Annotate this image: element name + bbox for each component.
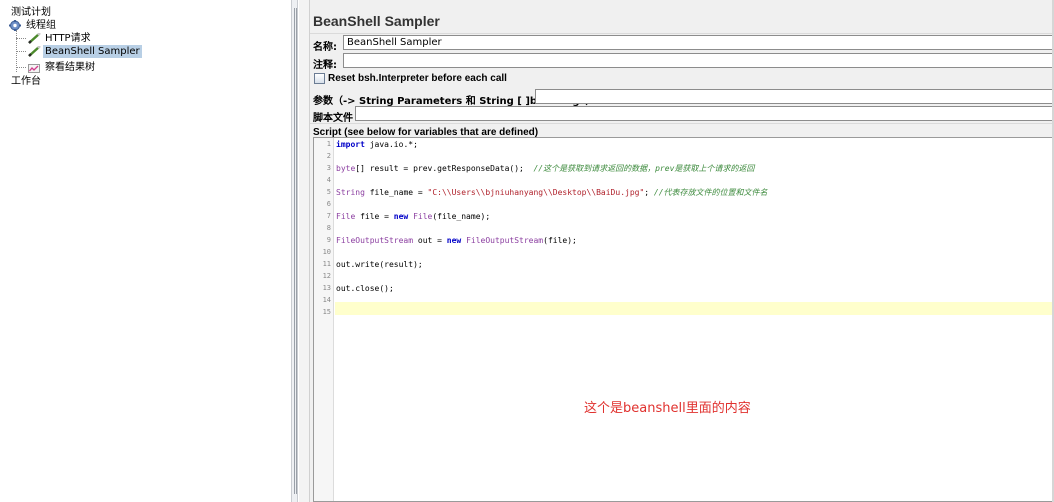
http-sampler-pencil-icon [28, 32, 41, 44]
sampler-settings-panel: BeanShell Sampler 名称: BeanShell Sampler … [309, 0, 1054, 502]
line-number: 3 [326, 164, 331, 172]
code-token: [] result = prev.getResponseData(); [355, 164, 534, 173]
thread-group-gear-icon [9, 20, 22, 31]
line-number: 10 [322, 248, 331, 256]
tree-connector [16, 67, 26, 68]
code-token: (file); [543, 236, 577, 245]
code-token: file = [355, 212, 394, 221]
script-editor[interactable]: 1 2 3 4 5 6 7 8 9 10 11 12 13 14 15 import java.io.*; b… [313, 137, 1054, 502]
reset-interpreter-label: Reset bsh.Interpreter before each call [328, 73, 507, 84]
script-file-label: 脚本文件 [313, 113, 353, 124]
code-line: File file = new File(file_name); [336, 212, 490, 221]
line-number: 15 [322, 308, 331, 316]
divider [310, 33, 1054, 34]
code-token: FileOutputStream [466, 236, 544, 245]
tree-item-label: BeanShell Sampler [43, 45, 142, 58]
code-line: String file_name = "C:\\Users\\bjniuhany… [336, 188, 768, 197]
code-token: new [393, 212, 409, 221]
tree-item-workbench[interactable]: 工作台 [9, 75, 43, 88]
code-token: out = [413, 236, 447, 245]
code-line: byte[] result = prev.getResponseData(); … [336, 164, 754, 173]
beanshell-sampler-pencil-icon [28, 45, 41, 57]
tree-connector [16, 38, 26, 39]
line-number-gutter: 1 2 3 4 5 6 7 8 9 10 11 12 13 14 15 [314, 138, 334, 501]
code-line: import java.io.*; [336, 140, 418, 149]
code-token: "C:\\Users\\bjniuhanyang\\Desktop\\BaiDu… [427, 188, 645, 197]
script-file-field[interactable] [355, 106, 1053, 121]
code-token: File [336, 212, 356, 221]
line-number: 1 [326, 140, 331, 148]
splitter-gap [299, 0, 309, 502]
code-token: out.close(); [336, 284, 394, 293]
current-line-highlight [335, 302, 1054, 315]
divider [310, 123, 1054, 124]
line-number: 13 [322, 284, 331, 292]
splitter-grip [296, 8, 297, 494]
code-token: //这个是获取到请求返回的数据，prev是获取上个请求的返回 [533, 164, 755, 173]
reset-interpreter-option[interactable]: Reset bsh.Interpreter before each call [314, 73, 507, 84]
code-token: FileOutputStream [336, 236, 414, 245]
line-number: 11 [322, 260, 331, 268]
tree-connector [16, 51, 26, 52]
panel-title: BeanShell Sampler [313, 13, 440, 29]
code-token: (file_name); [432, 212, 491, 221]
name-label: 名称: [313, 42, 337, 53]
tree-item-test-plan[interactable]: 测试计划 [9, 6, 53, 19]
tree-item-label: 察看结果树 [45, 62, 95, 73]
tree-item-thread-group[interactable]: 线程组 [9, 19, 58, 32]
code-token: byte [336, 164, 356, 173]
line-number: 9 [326, 236, 331, 244]
code-line: out.close(); [336, 284, 394, 293]
line-number: 8 [326, 224, 331, 232]
script-annotation: 这个是beanshell里面的内容 [584, 401, 751, 416]
code-token: File [413, 212, 433, 221]
tree-item-label: HTTP请求 [45, 33, 91, 44]
comment-field[interactable] [343, 53, 1053, 68]
code-token: //代表存放文件的位置和文件名 [653, 188, 768, 197]
code-line: FileOutputStream out = new FileOutputStr… [336, 236, 577, 245]
tree-item-label: 工作台 [11, 76, 41, 87]
code-token: out.write(result); [336, 260, 423, 269]
tree-item-label: 测试计划 [11, 7, 51, 18]
line-number: 14 [322, 296, 331, 304]
line-number: 12 [322, 272, 331, 280]
view-results-tree-icon [28, 62, 41, 73]
code-token: ; [644, 188, 654, 197]
line-number: 6 [326, 200, 331, 208]
name-field[interactable]: BeanShell Sampler [343, 35, 1053, 50]
code-token: new [446, 236, 462, 245]
reset-interpreter-checkbox[interactable] [314, 73, 325, 84]
tree-item-label: 线程组 [26, 20, 56, 31]
line-number: 2 [326, 152, 331, 160]
code-token: import [336, 140, 365, 149]
test-plan-tree: 测试计划 线程组 HTTP请求 BeanShell Sampler 察看结果树 … [0, 0, 290, 502]
tree-item-view-results-tree[interactable]: 察看结果树 [28, 61, 97, 74]
code-token: file_name = [364, 188, 428, 197]
line-number: 7 [326, 212, 331, 220]
tree-item-beanshell-sampler[interactable]: BeanShell Sampler [28, 45, 142, 58]
parameters-field[interactable] [535, 89, 1053, 104]
pane-splitter[interactable] [291, 0, 298, 502]
code-line: out.write(result); [336, 260, 423, 269]
tree-item-http-request[interactable]: HTTP请求 [28, 32, 93, 45]
splitter-grip [294, 8, 295, 494]
line-number: 4 [326, 176, 331, 184]
comment-label: 注释: [313, 60, 337, 71]
line-number: 5 [326, 188, 331, 196]
code-token: String [336, 188, 365, 197]
code-token: java.io.*; [364, 140, 418, 149]
